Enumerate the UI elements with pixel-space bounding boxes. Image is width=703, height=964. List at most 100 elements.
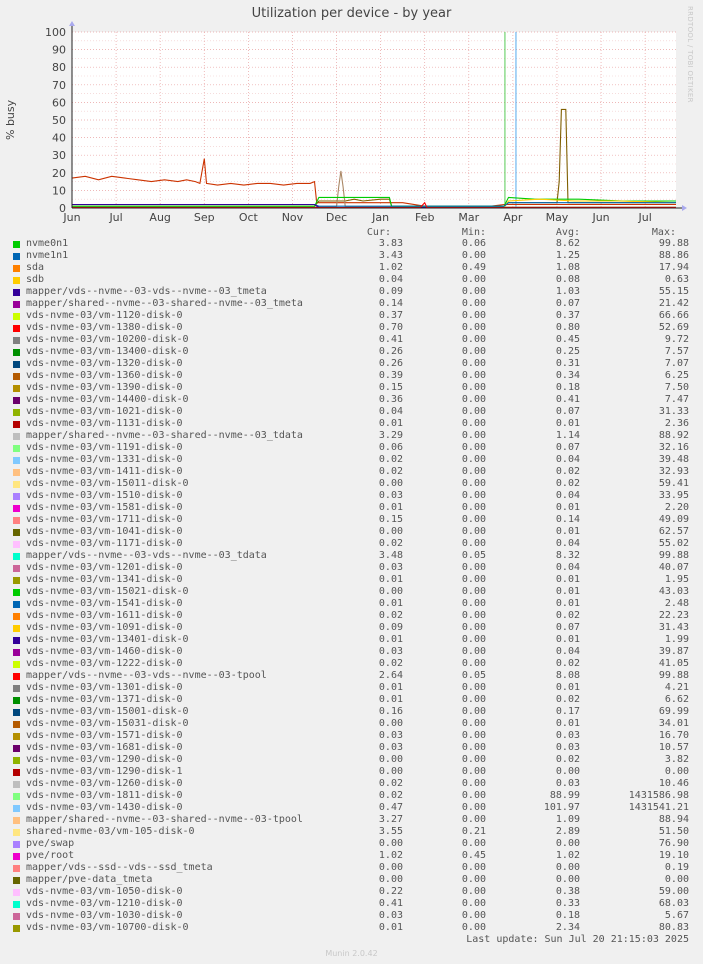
legend-series-name: mapper/shared--nvme--03-shared--nvme--03… [26, 298, 303, 309]
legend-series-name: shared-nvme-03/vm-105-disk-0 [26, 826, 195, 837]
legend-series-name: mapper/shared--nvme--03-shared--nvme--03… [26, 814, 303, 825]
legend-series-name: vds-nvme-03/vm-1411-disk-0 [26, 466, 183, 477]
legend-avg-value: 0.01 [555, 502, 580, 513]
legend-color-swatch [13, 745, 20, 752]
legend-row: vds-nvme-03/vm-1222-disk-0 0.02 0.00 0.02 41… [0, 658, 703, 670]
legend-cur-value: 0.00 [378, 838, 403, 849]
legend-avg-value: 0.01 [555, 598, 580, 609]
legend-color-swatch [13, 805, 20, 812]
legend-row: vds-nvme-03/vm-13401-disk-0 0.01 0.00 0.01 1… [0, 634, 703, 646]
legend-max-value: 34.01 [658, 718, 689, 729]
legend-color-swatch [13, 565, 20, 572]
legend-cur-value: 0.22 [378, 886, 403, 897]
legend-min-value: 0.00 [461, 562, 486, 573]
legend-avg-value: 0.18 [555, 382, 580, 393]
legend-series-name: vds-nvme-03/vm-1091-disk-0 [26, 622, 183, 633]
x-tick-label: Jun [591, 211, 609, 224]
legend-avg-value: 0.80 [555, 322, 580, 333]
x-tick-label: Jul [108, 211, 122, 224]
legend-min-value: 0.00 [461, 922, 486, 933]
legend-cur-value: 3.48 [378, 550, 403, 561]
legend-color-swatch [13, 505, 20, 512]
legend-avg-value: 0.02 [555, 658, 580, 669]
legend-color-swatch [13, 793, 20, 800]
legend-row: vds-nvme-03/vm-1260-disk-0 0.02 0.00 0.03 10… [0, 778, 703, 790]
y-tick-label: 90 [52, 44, 66, 57]
legend-series-name: vds-nvme-03/vm-1581-disk-0 [26, 502, 183, 513]
legend-max-value: 99.88 [658, 670, 689, 681]
legend-avg-value: 101.97 [543, 802, 580, 813]
legend-series-name: vds-nvme-03/vm-1222-disk-0 [26, 658, 183, 669]
legend-series-name: vds-nvme-03/vm-1201-disk-0 [26, 562, 183, 573]
legend-color-swatch [13, 325, 20, 332]
legend-series-name: vds-nvme-03/vm-1341-disk-0 [26, 574, 183, 585]
legend-cur-value: 0.01 [378, 634, 403, 645]
legend-color-swatch [13, 529, 20, 536]
legend-row: vds-nvme-03/vm-1201-disk-0 0.03 0.00 0.04 40… [0, 562, 703, 574]
legend-max-value: 52.69 [658, 322, 689, 333]
legend-row: mapper/vds--nvme--03-vds--nvme--03_tmeta… [0, 286, 703, 298]
legend-min-value: 0.00 [461, 598, 486, 609]
legend-row: vds-nvme-03/vm-1811-disk-0 0.02 0.00 88.99 1… [0, 790, 703, 802]
y-tick-label: 10 [52, 184, 66, 197]
legend-min-value: 0.00 [461, 430, 486, 441]
legend-series-name: vds-nvme-03/vm-1360-disk-0 [26, 370, 183, 381]
legend-cur-value: 1.02 [378, 262, 403, 273]
legend-color-swatch [13, 865, 20, 872]
legend-color-swatch [13, 265, 20, 272]
legend-color-swatch [13, 241, 20, 248]
legend-min-value: 0.00 [461, 274, 486, 285]
legend-max-value: 66.66 [658, 310, 689, 321]
legend-max-value: 49.09 [658, 514, 689, 525]
legend-max-value: 16.70 [658, 730, 689, 741]
legend-avg-value: 0.07 [555, 298, 580, 309]
legend-cur-value: 0.09 [378, 286, 403, 297]
legend-color-swatch [13, 457, 20, 464]
legend-avg-value: 8.32 [555, 550, 580, 561]
legend-max-value: 88.94 [658, 814, 689, 825]
legend-series-name: pve/swap [26, 838, 75, 849]
legend-max-value: 33.95 [658, 490, 689, 501]
legend-max-value: 1.99 [664, 634, 689, 645]
legend-avg-value: 0.04 [555, 562, 580, 573]
legend-series-name: vds-nvme-03/vm-1260-disk-0 [26, 778, 183, 789]
legend-color-swatch [13, 385, 20, 392]
legend-cur-value: 0.03 [378, 910, 403, 921]
legend-row: vds-nvme-03/vm-1091-disk-0 0.09 0.00 0.07 31… [0, 622, 703, 634]
legend-series-name: vds-nvme-03/vm-1290-disk-1 [26, 766, 183, 777]
legend-color-swatch [13, 301, 20, 308]
legend-avg-value: 0.01 [555, 526, 580, 537]
legend-cur-value: 3.55 [378, 826, 403, 837]
legend-max-value: 2.48 [664, 598, 689, 609]
legend-avg-value: 0.01 [555, 574, 580, 585]
legend-row: vds-nvme-03/vm-1320-disk-0 0.26 0.00 0.31 7.… [0, 358, 703, 370]
legend-series-name: vds-nvme-03/vm-1131-disk-0 [26, 418, 183, 429]
legend-max-value: 31.33 [658, 406, 689, 417]
legend-cur-value: 0.70 [378, 322, 403, 333]
legend-max-value: 7.50 [664, 382, 689, 393]
legend-row: vds-nvme-03/vm-1050-disk-0 0.22 0.00 0.38 59… [0, 886, 703, 898]
legend-row: pve/swap 0.00 0.00 0.00 76.90 [0, 838, 703, 850]
legend-cur-value: 0.41 [378, 334, 403, 345]
legend-cur-value: 1.02 [378, 850, 403, 861]
legend-avg-value: 1.08 [555, 262, 580, 273]
legend-series-name: vds-nvme-03/vm-1290-disk-0 [26, 754, 183, 765]
legend-avg-value: 0.04 [555, 454, 580, 465]
legend-color-swatch [13, 361, 20, 368]
legend-color-swatch [13, 673, 20, 680]
legend-avg-value: 0.37 [555, 310, 580, 321]
legend-cur-value: 3.29 [378, 430, 403, 441]
legend-max-value: 99.88 [658, 550, 689, 561]
legend-color-swatch [13, 709, 20, 716]
legend-series-name: mapper/vds--nvme--03-vds--nvme--03-tpool [26, 670, 267, 681]
legend-avg-value: 0.31 [555, 358, 580, 369]
legend-avg-value: 0.03 [555, 730, 580, 741]
legend-max-value: 22.23 [658, 610, 689, 621]
legend-row: vds-nvme-03/vm-10700-disk-0 0.01 0.00 2.34 8… [0, 922, 703, 934]
legend-cur-value: 0.47 [378, 802, 403, 813]
legend-avg-value: 0.02 [555, 478, 580, 489]
legend-avg-value: 0.07 [555, 622, 580, 633]
y-axis-arrow [69, 21, 75, 26]
legend-cur-value: 0.15 [378, 514, 403, 525]
legend-color-swatch [13, 613, 20, 620]
